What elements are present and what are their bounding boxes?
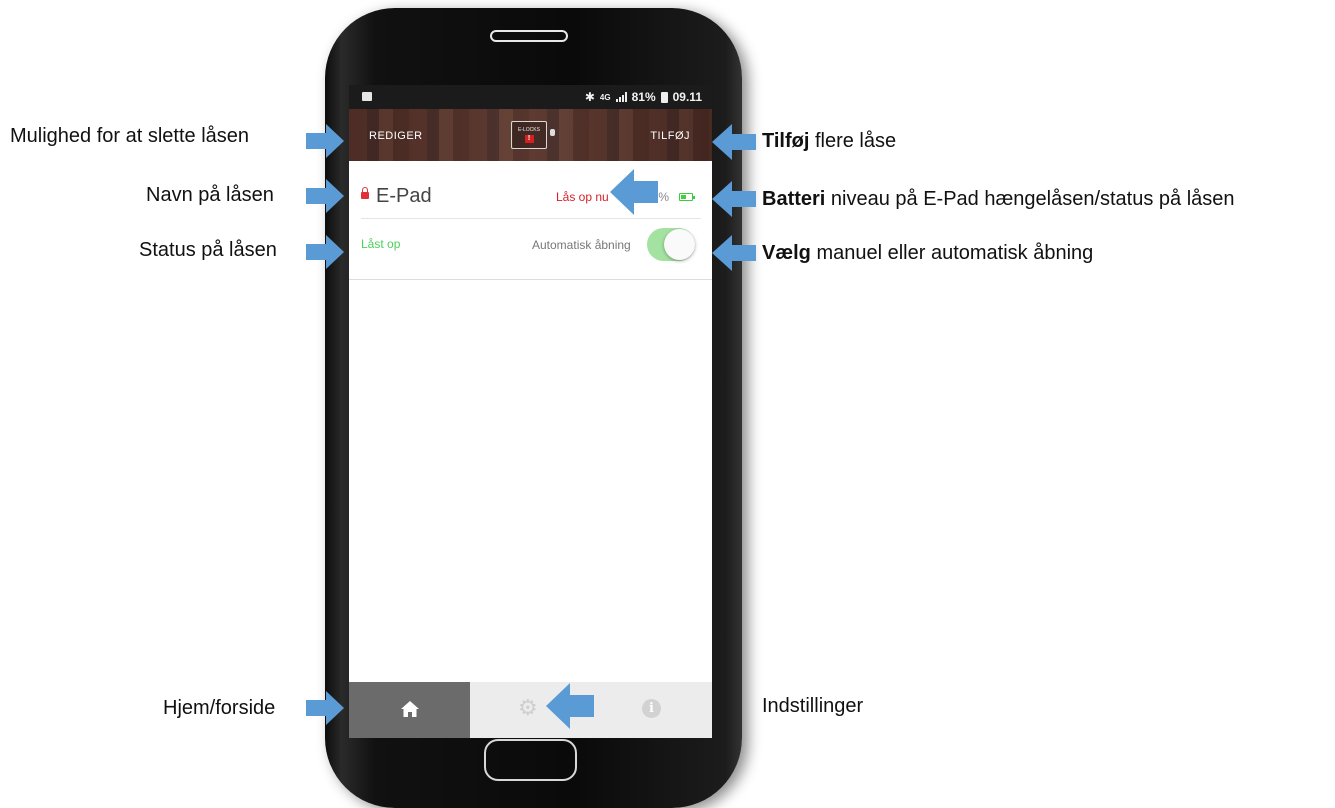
arrow-left-icon [712, 124, 756, 160]
info-icon: i [642, 699, 661, 718]
arrow-right-icon [306, 124, 344, 158]
clock: 09.11 [672, 90, 702, 104]
bluetooth-icon: ✱ [584, 90, 595, 104]
logo-lock-icon [550, 129, 555, 136]
auto-open-toggle[interactable] [647, 228, 695, 261]
hardware-home-button[interactable] [484, 739, 577, 781]
arrow-left-icon [610, 169, 658, 215]
speaker-grille [490, 30, 568, 42]
lock-name: E-Pad [376, 185, 432, 207]
lock-battery-icon [679, 193, 695, 201]
annotation-auto: Vælg manuel eller automatisk åbning [762, 242, 1093, 265]
e-locks-logo: E-LOCKS ! [511, 121, 547, 149]
battery-icon [660, 91, 668, 103]
signal-icon [615, 92, 627, 102]
unlock-now-button[interactable]: Lås op nu [556, 190, 609, 204]
annotation-edit: Mulighed for at slette låsen [10, 125, 250, 147]
bottom-nav: ⚙ i [349, 682, 712, 738]
toggle-knob [664, 229, 695, 260]
annotation-settings: Indstillinger [762, 695, 864, 717]
divider [349, 279, 712, 280]
annotation-name: Navn på låsen [146, 184, 274, 206]
annotation-add-bold: Tilføj [762, 130, 810, 152]
lock-status: Låst op [361, 237, 401, 251]
annotation-auto-rest: manuel eller automatisk åbning [810, 242, 1094, 264]
annotation-auto-bold: Vælg [762, 242, 811, 264]
battery-percent: 81% [631, 90, 656, 104]
gear-icon: ⚙ [518, 695, 538, 720]
padlock-icon [361, 187, 369, 199]
network-type: 4G [599, 92, 611, 102]
logo-text: E-LOCKS [518, 127, 540, 133]
arrow-right-icon [306, 179, 344, 213]
annotation-add-rest: flere låse [809, 130, 897, 152]
home-icon [401, 701, 419, 717]
logo-mark: ! [524, 135, 534, 143]
nav-home[interactable] [349, 682, 470, 738]
auto-open-label: Automatisk åbning [532, 238, 631, 252]
arrow-left-icon [712, 235, 756, 271]
arrow-right-icon [306, 235, 344, 269]
add-button[interactable]: TILFØJ [650, 130, 690, 142]
annotation-battery-rest: niveau på E-Pad hængelåsen/status på lås… [825, 188, 1235, 210]
image-notification-icon [362, 92, 372, 101]
app-header: REDIGER E-LOCKS ! TILFØJ [349, 109, 712, 161]
arrow-left-icon [546, 683, 594, 729]
annotation-home: Hjem/forside [163, 697, 276, 719]
arrow-right-icon [306, 691, 344, 725]
edit-button[interactable]: REDIGER [369, 130, 423, 142]
annotation-add: Tilføj flere låse [762, 130, 896, 153]
arrow-left-icon [712, 181, 756, 217]
nav-info[interactable]: i [591, 682, 712, 738]
divider [361, 218, 701, 219]
status-bar: ✱ 4G 81% 09.11 [349, 85, 712, 109]
annotation-battery-bold: Batteri [762, 188, 826, 210]
annotation-battery: Batteri niveau på E-Pad hængelåsen/statu… [762, 188, 1235, 211]
annotation-status: Status på låsen [139, 239, 277, 261]
